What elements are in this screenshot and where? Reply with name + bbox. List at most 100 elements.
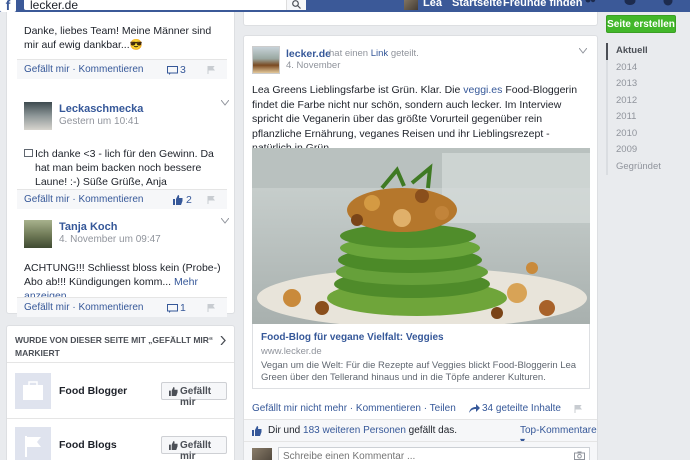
like-page-button-label: Gefällt mir — [180, 440, 212, 460]
friend-requests-icon[interactable] — [584, 0, 596, 7]
like-thumb-icon — [173, 195, 183, 205]
commenter-name[interactable]: Leckaschmecka — [59, 103, 143, 115]
commenter-avatar[interactable] — [24, 102, 52, 130]
top-navigation-bar: f Lea Startseite Freunde finden — [0, 0, 690, 12]
timeline-year-navigation: Aktuell 2014 2013 2012 2011 2010 2009 Ge… — [606, 43, 686, 175]
like-thumb-icon — [169, 387, 178, 396]
timeline-item-founded[interactable]: Gegründet — [606, 158, 686, 175]
share-count[interactable]: 34 geteilte Inhalte — [482, 403, 561, 414]
comment-actions[interactable]: Gefällt mir · Kommentieren — [24, 64, 143, 75]
link-preview-box[interactable]: Food-Blog für vegane Vielfalt: Veggies w… — [252, 324, 590, 389]
comment-text: Ich danke <3 - lich für den Gewinn. Da h… — [35, 148, 214, 188]
like-thumb-icon — [252, 426, 262, 436]
comment-input[interactable] — [278, 447, 590, 460]
search-button[interactable] — [286, 0, 306, 10]
commenter-name[interactable]: Tanja Koch — [59, 221, 117, 233]
like-thumb-icon — [169, 441, 178, 450]
write-comment-row — [244, 441, 597, 460]
comment-bubble-icon — [167, 66, 178, 75]
like-count[interactable]: 2 — [186, 194, 192, 206]
like-link[interactable]: Gefällt mir — [24, 302, 70, 313]
profile-link[interactable]: Lea — [423, 0, 442, 9]
timeline-item-2013[interactable]: 2013 — [606, 76, 686, 93]
flag-icon[interactable] — [574, 405, 582, 413]
flag-icon[interactable] — [207, 304, 215, 312]
timeline-item-2011[interactable]: 2011 — [606, 109, 686, 126]
post-inline-link[interactable]: veggi.es — [463, 84, 502, 96]
post-page-name[interactable]: lecker.de — [286, 48, 331, 60]
like-page-button-label: Gefällt mir — [180, 386, 212, 408]
search-input[interactable] — [30, 0, 280, 12]
flag-icon[interactable] — [207, 66, 215, 74]
page-avatar[interactable] — [252, 46, 280, 74]
flag-icon[interactable] — [207, 196, 215, 204]
comment-actions[interactable]: Gefällt mir · Kommentieren — [24, 302, 143, 313]
timeline-item-2010[interactable]: 2010 — [606, 125, 686, 142]
liked-page-name[interactable]: Food Blogs — [59, 439, 117, 451]
comment-count[interactable]: 3 — [180, 64, 186, 76]
link-url: www.lecker.de — [261, 346, 322, 357]
like-page-button[interactable]: Gefällt mir — [161, 436, 227, 460]
comment-link[interactable]: Kommentieren — [78, 194, 143, 205]
comment-item: Tanja Koch 4. November um 09:47 ACHTUNG!… — [17, 216, 229, 317]
commenter-avatar[interactable] — [24, 220, 52, 248]
timeline-item-current[interactable]: Aktuell — [606, 43, 686, 60]
shared-link-post: lecker.de hat einen Link geteilt. 4. Nov… — [243, 35, 598, 460]
like-link[interactable]: Gefällt mir — [24, 64, 70, 75]
timeline-item-2009[interactable]: 2009 — [606, 142, 686, 159]
post-date[interactable]: 4. November — [286, 60, 340, 71]
camera-icon[interactable] — [574, 451, 585, 460]
chevron-down-icon[interactable] — [221, 100, 229, 106]
link-preview-image[interactable] — [252, 148, 590, 324]
user-avatar — [252, 448, 272, 460]
flag-icon — [25, 436, 41, 457]
post-message: Lea Greens Lieblingsfarbe ist Grün. Klar… — [252, 83, 592, 156]
comment-link[interactable]: Kommentieren — [78, 302, 143, 313]
recent-comments-card: Danke, liebes Team! Meine Männer sind mi… — [6, 12, 235, 317]
page-thumbnail[interactable] — [15, 427, 51, 460]
comment-count[interactable]: 1 — [180, 302, 186, 314]
chevron-down-icon[interactable] — [221, 218, 229, 224]
liked-page-name[interactable]: Food Blogger — [59, 385, 127, 397]
likes-summary: Dir und 183 weiteren Personen gefällt da… — [268, 425, 457, 436]
like-page-button[interactable]: Gefällt mir — [161, 382, 227, 408]
comment-date[interactable]: Gestern um 10:41 — [59, 116, 139, 127]
comment-date[interactable]: 4. November um 09:47 — [59, 234, 161, 245]
find-friends-link[interactable]: Freunde finden — [503, 0, 582, 9]
messages-icon[interactable] — [624, 0, 636, 7]
share-arrow-icon — [469, 404, 480, 413]
like-link[interactable]: Gefällt mir — [24, 194, 70, 205]
comment-link[interactable]: Kommentieren — [78, 64, 143, 75]
briefcase-icon — [23, 381, 43, 400]
link-title[interactable]: Food-Blog für vegane Vielfalt: Veggies — [261, 332, 444, 343]
post-action-link[interactable]: Link — [371, 48, 388, 59]
comment-footer: Gefällt mir · Kommentieren 2 — [17, 189, 227, 209]
likes-people-link[interactable]: 183 weiteren Personen — [303, 425, 406, 436]
liked-pages-card: WURDE VON DIESER SEITE MIT „GEFÄLLT MIR“… — [6, 325, 235, 460]
comment-footer: Gefällt mir · Kommentieren 3 — [17, 59, 227, 79]
food-photo — [252, 148, 590, 324]
divider — [7, 362, 234, 363]
comment-item: Danke, liebes Team! Meine Männer sind mi… — [17, 12, 227, 90]
page-thumbnail[interactable] — [15, 373, 51, 409]
liked-pages-header[interactable]: WURDE VON DIESER SEITE MIT „GEFÄLLT MIR“… — [15, 334, 215, 360]
post-action-links[interactable]: Gefällt mir nicht mehr · Kommentieren · … — [252, 403, 456, 414]
comment-actions[interactable]: Gefällt mir · Kommentieren — [24, 194, 143, 205]
chevron-right-icon[interactable] — [220, 336, 226, 345]
post-action-text: hat einen Link geteilt. — [329, 48, 419, 59]
image-attachment-icon — [24, 149, 33, 157]
comment-footer: Gefällt mir · Kommentieren 1 — [17, 297, 227, 317]
comment-text: Danke, liebes Team! Meine Männer sind mi… — [24, 25, 212, 51]
post-action-suffix: geteilt. — [390, 48, 419, 59]
create-page-button[interactable]: Seite erstellen — [606, 15, 676, 33]
user-avatar[interactable] — [404, 0, 418, 10]
timeline-item-2014[interactable]: 2014 — [606, 59, 686, 76]
timeline-item-2012[interactable]: 2012 — [606, 92, 686, 109]
notifications-globe-icon[interactable] — [662, 0, 674, 7]
home-link[interactable]: Startseite — [452, 0, 502, 9]
chevron-down-icon[interactable] — [579, 48, 587, 54]
facebook-logo[interactable]: f — [0, 0, 16, 12]
likes-summary-bar: Dir und 183 weiteren Personen gefällt da… — [244, 419, 597, 447]
divider — [7, 418, 234, 419]
post-text-start: Lea Greens Lieblingsfarbe ist Grün. Klar… — [252, 84, 461, 96]
